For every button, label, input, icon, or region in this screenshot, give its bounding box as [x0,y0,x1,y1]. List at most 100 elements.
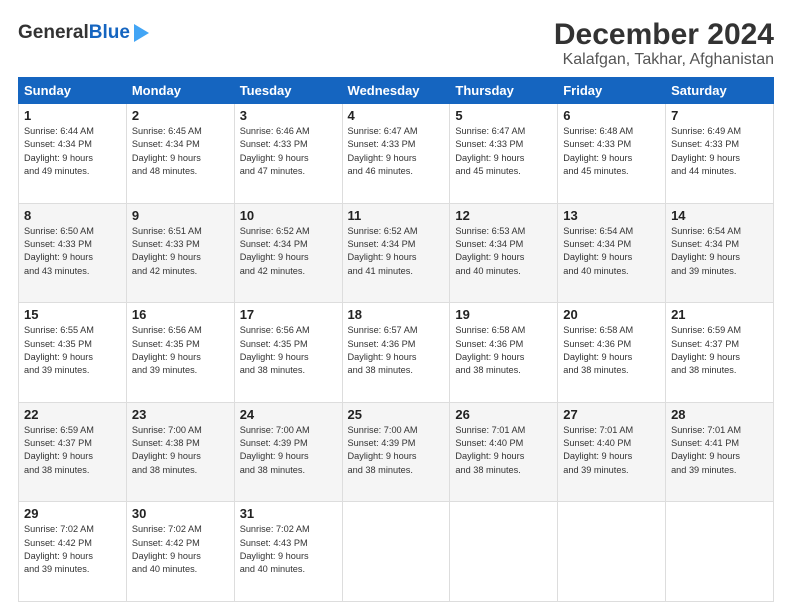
calendar-week-row: 29 Sunrise: 7:02 AMSunset: 4:42 PMDayligh… [19,502,774,602]
day-number: 15 [24,307,121,322]
table-row: 31Sunrise: 7:02 AMSunset: 4:43 PMDayligh… [234,502,342,602]
col-sunday: Sunday [19,78,127,104]
day-number: 4 [348,108,445,123]
calendar-subtitle: Kalafgan, Takhar, Afghanistan [554,51,774,69]
col-monday: Monday [126,78,234,104]
day-info: Sunrise: 6:50 AMSunset: 4:33 PMDaylight:… [24,225,121,278]
day-info: Sunrise: 6:44 AMSunset: 4:34 PMDaylight:… [24,125,121,178]
day-info: Sunrise: 6:58 AMSunset: 4:36 PMDaylight:… [563,324,660,377]
table-row: 24 Sunrise: 7:00 AMSunset: 4:39 PMDayligh… [234,402,342,502]
table-row: 27Sunrise: 7:01 AMSunset: 4:40 PMDayligh… [558,402,666,502]
day-info: Sunrise: 6:47 AMSunset: 4:33 PMDaylight:… [455,125,552,178]
day-info: Sunrise: 6:55 AMSunset: 4:35 PMDaylight:… [24,324,121,377]
day-info: Sunrise: 6:47 AMSunset: 4:33 PMDaylight:… [348,125,445,178]
day-number: 20 [563,307,660,322]
table-row: 25 Sunrise: 7:00 AMSunset: 4:39 PMDayligh… [342,402,450,502]
day-number: 24 [240,407,337,422]
logo-arrow-icon [134,24,149,42]
day-number: 29 [24,506,121,521]
table-row: 15 Sunrise: 6:55 AMSunset: 4:35 PMDayligh… [19,303,127,403]
day-number: 2 [132,108,229,123]
day-number: 26 [455,407,552,422]
table-row: 23 Sunrise: 7:00 AMSunset: 4:38 PMDayligh… [126,402,234,502]
day-info: Sunrise: 6:57 AMSunset: 4:36 PMDaylight:… [348,324,445,377]
header: GeneralBlue December 2024 Kalafgan, Takh… [18,18,774,69]
day-number: 16 [132,307,229,322]
table-row: 13Sunrise: 6:54 AMSunset: 4:34 PMDayligh… [558,203,666,303]
day-info: Sunrise: 6:49 AMSunset: 4:33 PMDaylight:… [671,125,768,178]
day-number: 25 [348,407,445,422]
logo-general: General [18,22,89,43]
table-row: 21Sunrise: 6:59 AMSunset: 4:37 PMDayligh… [666,303,774,403]
table-row [666,502,774,602]
table-row: 12 Sunrise: 6:53 AMSunset: 4:34 PMDayligh… [450,203,558,303]
day-number: 30 [132,506,229,521]
day-number: 3 [240,108,337,123]
table-row [342,502,450,602]
day-info: Sunrise: 6:52 AMSunset: 4:34 PMDaylight:… [348,225,445,278]
table-row [558,502,666,602]
day-number: 23 [132,407,229,422]
table-row: 20 Sunrise: 6:58 AMSunset: 4:36 PMDayligh… [558,303,666,403]
day-info: Sunrise: 6:54 AMSunset: 4:34 PMDaylight:… [671,225,768,278]
day-info: Sunrise: 6:45 AMSunset: 4:34 PMDaylight:… [132,125,229,178]
col-saturday: Saturday [666,78,774,104]
day-info: Sunrise: 6:56 AMSunset: 4:35 PMDaylight:… [132,324,229,377]
calendar-table: Sunday Monday Tuesday Wednesday Thursday… [18,77,774,602]
col-friday: Friday [558,78,666,104]
table-row [450,502,558,602]
table-row: 17 Sunrise: 6:56 AMSunset: 4:35 PMDayligh… [234,303,342,403]
table-row: 28Sunrise: 7:01 AMSunset: 4:41 PMDayligh… [666,402,774,502]
table-row: 1 Sunrise: 6:44 AMSunset: 4:34 PMDaylight… [19,104,127,204]
day-info: Sunrise: 6:52 AMSunset: 4:34 PMDaylight:… [240,225,337,278]
day-info: Sunrise: 7:00 AMSunset: 4:39 PMDaylight:… [348,424,445,477]
col-thursday: Thursday [450,78,558,104]
logo-blue-text: Blue [89,22,130,43]
table-row: 29Sunrise: 7:02 AMSunset: 4:42 PMDayligh… [19,502,127,602]
calendar-week-row: 8 Sunrise: 6:50 AMSunset: 4:33 PMDaylight… [19,203,774,303]
day-info: Sunrise: 6:53 AMSunset: 4:34 PMDaylight:… [455,225,552,278]
table-row: 18 Sunrise: 6:57 AMSunset: 4:36 PMDayligh… [342,303,450,403]
day-number: 11 [348,208,445,223]
day-number: 17 [240,307,337,322]
col-wednesday: Wednesday [342,78,450,104]
logo: GeneralBlue [18,22,149,44]
table-row: 3 Sunrise: 6:46 AMSunset: 4:33 PMDaylight… [234,104,342,204]
day-info: Sunrise: 7:02 AMSunset: 4:42 PMDaylight:… [132,523,229,576]
page: GeneralBlue December 2024 Kalafgan, Takh… [0,0,792,612]
table-row: 22Sunrise: 6:59 AMSunset: 4:37 PMDayligh… [19,402,127,502]
table-row: 5 Sunrise: 6:47 AMSunset: 4:33 PMDaylight… [450,104,558,204]
calendar-header-row: Sunday Monday Tuesday Wednesday Thursday… [19,78,774,104]
day-info: Sunrise: 7:00 AMSunset: 4:39 PMDaylight:… [240,424,337,477]
day-info: Sunrise: 7:02 AMSunset: 4:43 PMDaylight:… [240,523,337,576]
table-row: 16 Sunrise: 6:56 AMSunset: 4:35 PMDayligh… [126,303,234,403]
day-number: 5 [455,108,552,123]
day-info: Sunrise: 7:00 AMSunset: 4:38 PMDaylight:… [132,424,229,477]
day-number: 18 [348,307,445,322]
day-number: 1 [24,108,121,123]
title-block: December 2024 Kalafgan, Takhar, Afghanis… [554,18,774,69]
calendar-title: December 2024 [554,18,774,51]
day-number: 14 [671,208,768,223]
day-info: Sunrise: 6:46 AMSunset: 4:33 PMDaylight:… [240,125,337,178]
day-number: 12 [455,208,552,223]
day-info: Sunrise: 6:59 AMSunset: 4:37 PMDaylight:… [671,324,768,377]
table-row: 30 Sunrise: 7:02 AMSunset: 4:42 PMDayligh… [126,502,234,602]
day-number: 8 [24,208,121,223]
table-row: 11 Sunrise: 6:52 AMSunset: 4:34 PMDayligh… [342,203,450,303]
day-info: Sunrise: 7:01 AMSunset: 4:40 PMDaylight:… [455,424,552,477]
day-info: Sunrise: 6:56 AMSunset: 4:35 PMDaylight:… [240,324,337,377]
day-info: Sunrise: 6:58 AMSunset: 4:36 PMDaylight:… [455,324,552,377]
day-number: 19 [455,307,552,322]
calendar-week-row: 1 Sunrise: 6:44 AMSunset: 4:34 PMDaylight… [19,104,774,204]
day-info: Sunrise: 6:48 AMSunset: 4:33 PMDaylight:… [563,125,660,178]
table-row: 14 Sunrise: 6:54 AMSunset: 4:34 PMDayligh… [666,203,774,303]
calendar-week-row: 22Sunrise: 6:59 AMSunset: 4:37 PMDayligh… [19,402,774,502]
day-info: Sunrise: 6:51 AMSunset: 4:33 PMDaylight:… [132,225,229,278]
table-row: 19 Sunrise: 6:58 AMSunset: 4:36 PMDayligh… [450,303,558,403]
day-number: 10 [240,208,337,223]
table-row: 4 Sunrise: 6:47 AMSunset: 4:33 PMDaylight… [342,104,450,204]
day-number: 9 [132,208,229,223]
col-tuesday: Tuesday [234,78,342,104]
day-number: 27 [563,407,660,422]
